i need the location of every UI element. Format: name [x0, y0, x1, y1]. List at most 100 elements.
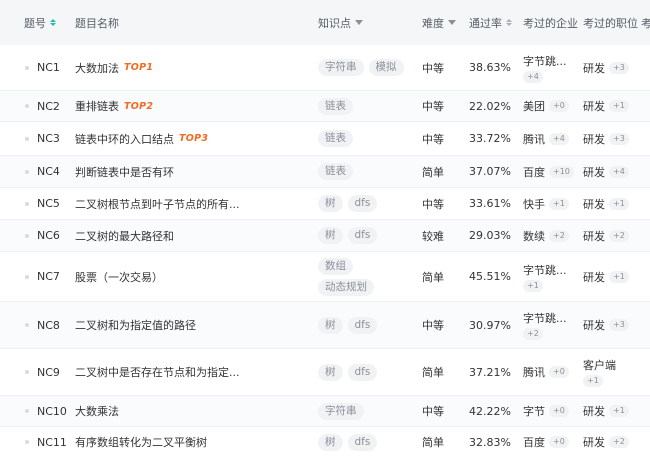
table-row[interactable]: NC5 二叉树根节点到叶子节点的所有... 树 dfs 中等 33.61% 快手 +1 研发 +1	[0, 188, 650, 220]
position-name[interactable]: 研发	[583, 403, 605, 419]
column-pass-rate-header[interactable]: 通过率	[469, 0, 512, 45]
problem-title-link[interactable]: 大数加法	[75, 60, 119, 76]
position-name[interactable]: 客户端	[583, 357, 616, 373]
company-name[interactable]: 腾讯	[523, 131, 545, 147]
problem-title-link[interactable]: 股票（一次交易）	[75, 269, 163, 285]
position-more-badge[interactable]: +1	[609, 270, 629, 283]
knowledge-tag[interactable]: 链表	[318, 163, 353, 180]
problem-title-cell[interactable]: 大数加法 TOP1	[75, 45, 153, 90]
knowledge-tag[interactable]: dfs	[347, 227, 378, 244]
position-more-badge[interactable]: +3	[609, 132, 629, 145]
position-name[interactable]: 研发	[583, 98, 605, 114]
problem-title-link[interactable]: 有序数组转化为二叉平衡树	[75, 434, 207, 450]
company-name[interactable]: 美团	[523, 98, 545, 114]
dropdown-arrow-icon[interactable]	[448, 20, 456, 25]
position-name[interactable]: 研发	[583, 164, 605, 180]
knowledge-tag[interactable]: 动态规划	[318, 278, 374, 296]
problem-title-link[interactable]: 二叉树中是否存在节点和为指定...	[75, 364, 240, 380]
position-name[interactable]: 研发	[583, 317, 605, 333]
sort-icon[interactable]	[506, 19, 512, 26]
knowledge-tag[interactable]: 数组	[318, 257, 353, 275]
position-more-badge[interactable]: +1	[609, 197, 629, 210]
position-more-badge[interactable]: +2	[609, 436, 629, 448]
position-name[interactable]: 研发	[583, 269, 605, 285]
company-more-badge[interactable]: +2	[523, 328, 543, 340]
knowledge-tag[interactable]: 树	[318, 363, 343, 381]
company-more-badge[interactable]: +0	[549, 436, 569, 448]
knowledge-tag[interactable]: 树	[318, 316, 343, 334]
company-name[interactable]: 字节跳...	[523, 53, 567, 69]
problem-title-link[interactable]: 二叉树的最大路径和	[75, 228, 174, 244]
problem-title-cell[interactable]: 重排链表 TOP2	[75, 91, 153, 121]
position-name[interactable]: 研发	[583, 60, 605, 76]
company-more-badge[interactable]: +0	[549, 405, 569, 417]
company-name[interactable]: 字节	[523, 403, 545, 419]
position-more-badge[interactable]: +1	[583, 375, 603, 387]
table-row[interactable]: NC2 重排链表 TOP2 链表 中等 22.02% 美团 +0 研发 +1	[0, 91, 650, 122]
problem-title-cell[interactable]: 股票（一次交易）	[75, 252, 163, 301]
table-row[interactable]: NC3 链表中环的入口结点 TOP3 链表 中等 33.72% 腾讯 +4 研发 +3	[0, 122, 650, 156]
sort-icon[interactable]	[50, 19, 56, 26]
company-name[interactable]: 百度	[523, 434, 545, 450]
position-more-badge[interactable]: +3	[609, 319, 629, 331]
problem-title-link[interactable]: 判断链表中是否有环	[75, 164, 174, 180]
position-more-badge[interactable]: +3	[609, 61, 629, 74]
company-more-badge[interactable]: +1	[523, 279, 543, 292]
problem-title-link[interactable]: 二叉树和为指定值的路径	[75, 317, 196, 333]
problem-title-link[interactable]: 重排链表	[75, 98, 119, 114]
position-more-badge[interactable]: +1	[609, 100, 629, 112]
company-more-badge[interactable]: +4	[523, 70, 543, 83]
knowledge-tag[interactable]: dfs	[347, 433, 378, 451]
table-row[interactable]: NC8 二叉树和为指定值的路径 树 dfs 中等 30.97% 字节跳... +2 研发 +3	[0, 302, 650, 349]
knowledge-tag[interactable]: dfs	[347, 195, 378, 212]
table-row[interactable]: NC1 大数加法 TOP1 字符串 模拟 中等 38.63% 字节跳... +4 研发 +3	[0, 45, 650, 91]
knowledge-tag[interactable]: 树	[318, 227, 343, 244]
knowledge-tag[interactable]: 树	[318, 433, 343, 451]
column-difficulty-header[interactable]: 难度	[422, 0, 456, 45]
knowledge-tag[interactable]: 模拟	[368, 59, 404, 76]
company-name[interactable]: 腾讯	[523, 364, 545, 380]
table-row[interactable]: NC9 二叉树中是否存在节点和为指定... 树 dfs 简单 37.21% 腾讯 +0 客户端 +…	[0, 349, 650, 396]
problem-title-link[interactable]: 大数乘法	[75, 403, 119, 419]
knowledge-tag[interactable]: 树	[318, 195, 343, 212]
problem-title-cell[interactable]: 判断链表中是否有环	[75, 156, 174, 187]
company-more-badge[interactable]: +1	[549, 197, 569, 210]
position-name[interactable]: 研发	[583, 131, 605, 147]
position-name[interactable]: 研发	[583, 228, 605, 244]
position-more-badge[interactable]: +1	[609, 405, 629, 417]
company-more-badge[interactable]: +4	[549, 132, 569, 145]
company-more-badge[interactable]: +10	[549, 165, 574, 178]
table-row[interactable]: NC4 判断链表中是否有环 链表 简单 37.07% 百度 +10 研发 +4	[0, 156, 650, 188]
company-name[interactable]: 字节跳...	[523, 310, 567, 326]
knowledge-tag[interactable]: dfs	[347, 363, 378, 381]
position-more-badge[interactable]: +2	[609, 229, 629, 242]
table-row[interactable]: NC7 股票（一次交易） 数组 动态规划 简单 45.51% 字节跳... +1 研发 +1	[0, 252, 650, 302]
company-name[interactable]: 快手	[523, 196, 545, 212]
column-knowledge-header[interactable]: 知识点	[318, 0, 363, 45]
company-more-badge[interactable]: +2	[549, 229, 569, 242]
company-more-badge[interactable]: +0	[549, 366, 569, 378]
company-name[interactable]: 数续	[523, 228, 545, 244]
problem-title-cell[interactable]: 链表中环的入口结点 TOP3	[75, 122, 208, 155]
problem-title-cell[interactable]: 二叉树中是否存在节点和为指定...	[75, 349, 240, 395]
column-id-header[interactable]: 题号	[24, 0, 56, 45]
position-name[interactable]: 研发	[583, 196, 605, 212]
table-row[interactable]: NC10 大数乘法 字符串 中等 42.22% 字节 +0 研发 +1	[0, 396, 650, 427]
knowledge-tag[interactable]: dfs	[347, 316, 378, 334]
knowledge-tag[interactable]: 链表	[318, 130, 353, 147]
table-row[interactable]: NC6 二叉树的最大路径和 树 dfs 较难 29.03% 数续 +2 研发 +2	[0, 220, 650, 252]
company-more-badge[interactable]: +0	[549, 100, 569, 112]
table-row[interactable]: NC11 有序数组转化为二叉平衡树 树 dfs 简单 32.83% 百度 +0 研发 +2	[0, 427, 650, 456]
position-more-badge[interactable]: +4	[609, 165, 629, 178]
knowledge-tag[interactable]: 字符串	[318, 59, 364, 76]
problem-title-cell[interactable]: 有序数组转化为二叉平衡树	[75, 427, 207, 456]
problem-title-link[interactable]: 链表中环的入口结点	[75, 131, 174, 147]
problem-title-cell[interactable]: 二叉树和为指定值的路径	[75, 302, 196, 348]
knowledge-tag[interactable]: 链表	[318, 97, 353, 115]
company-name[interactable]: 百度	[523, 164, 545, 180]
position-name[interactable]: 研发	[583, 434, 605, 450]
problem-title-cell[interactable]: 二叉树根节点到叶子节点的所有...	[75, 188, 240, 219]
knowledge-tag[interactable]: 字符串	[318, 402, 364, 420]
company-name[interactable]: 字节跳...	[523, 262, 567, 278]
problem-title-cell[interactable]: 二叉树的最大路径和	[75, 220, 174, 251]
